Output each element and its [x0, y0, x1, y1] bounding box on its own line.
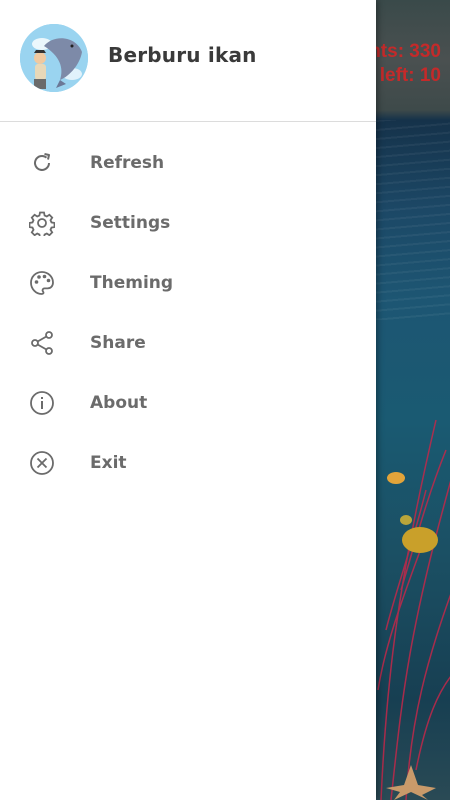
info-icon	[29, 390, 55, 416]
points-text: nts: 330	[369, 41, 441, 62]
app-title: Berburu ikan	[108, 43, 257, 67]
menu-item-refresh[interactable]: Refresh	[0, 133, 376, 193]
menu-item-label: Share	[90, 333, 146, 353]
menu-item-exit[interactable]: Exit	[0, 433, 376, 493]
menu-item-label: Refresh	[90, 153, 165, 173]
ocean-surface	[376, 120, 450, 320]
fisherman-illustration	[20, 24, 88, 92]
refresh-icon	[29, 150, 55, 176]
menu-item-about[interactable]: About	[0, 373, 376, 433]
menu-item-theming[interactable]: Theming	[0, 253, 376, 313]
coral-reef-graphic	[377, 419, 450, 800]
navigation-drawer: Berburu ikan Refresh Settings Theming Sh…	[0, 0, 376, 800]
drawer-menu: Refresh Settings Theming Share About Exi…	[0, 133, 376, 493]
app-avatar	[20, 24, 88, 92]
menu-item-label: Theming	[90, 273, 174, 293]
menu-item-label: Exit	[90, 453, 127, 473]
menu-item-settings[interactable]: Settings	[0, 193, 376, 253]
score-panel: nts: 330 left: 10	[369, 40, 441, 88]
menu-item-label: About	[90, 393, 148, 413]
share-icon	[29, 330, 55, 356]
drawer-header: Berburu ikan	[0, 0, 376, 122]
close-circle-icon	[29, 450, 55, 476]
palette-icon	[29, 270, 55, 296]
gear-icon	[29, 210, 55, 236]
fish-left-text: left: 10	[379, 65, 441, 86]
menu-item-label: Settings	[90, 213, 171, 233]
menu-item-share[interactable]: Share	[0, 313, 376, 373]
